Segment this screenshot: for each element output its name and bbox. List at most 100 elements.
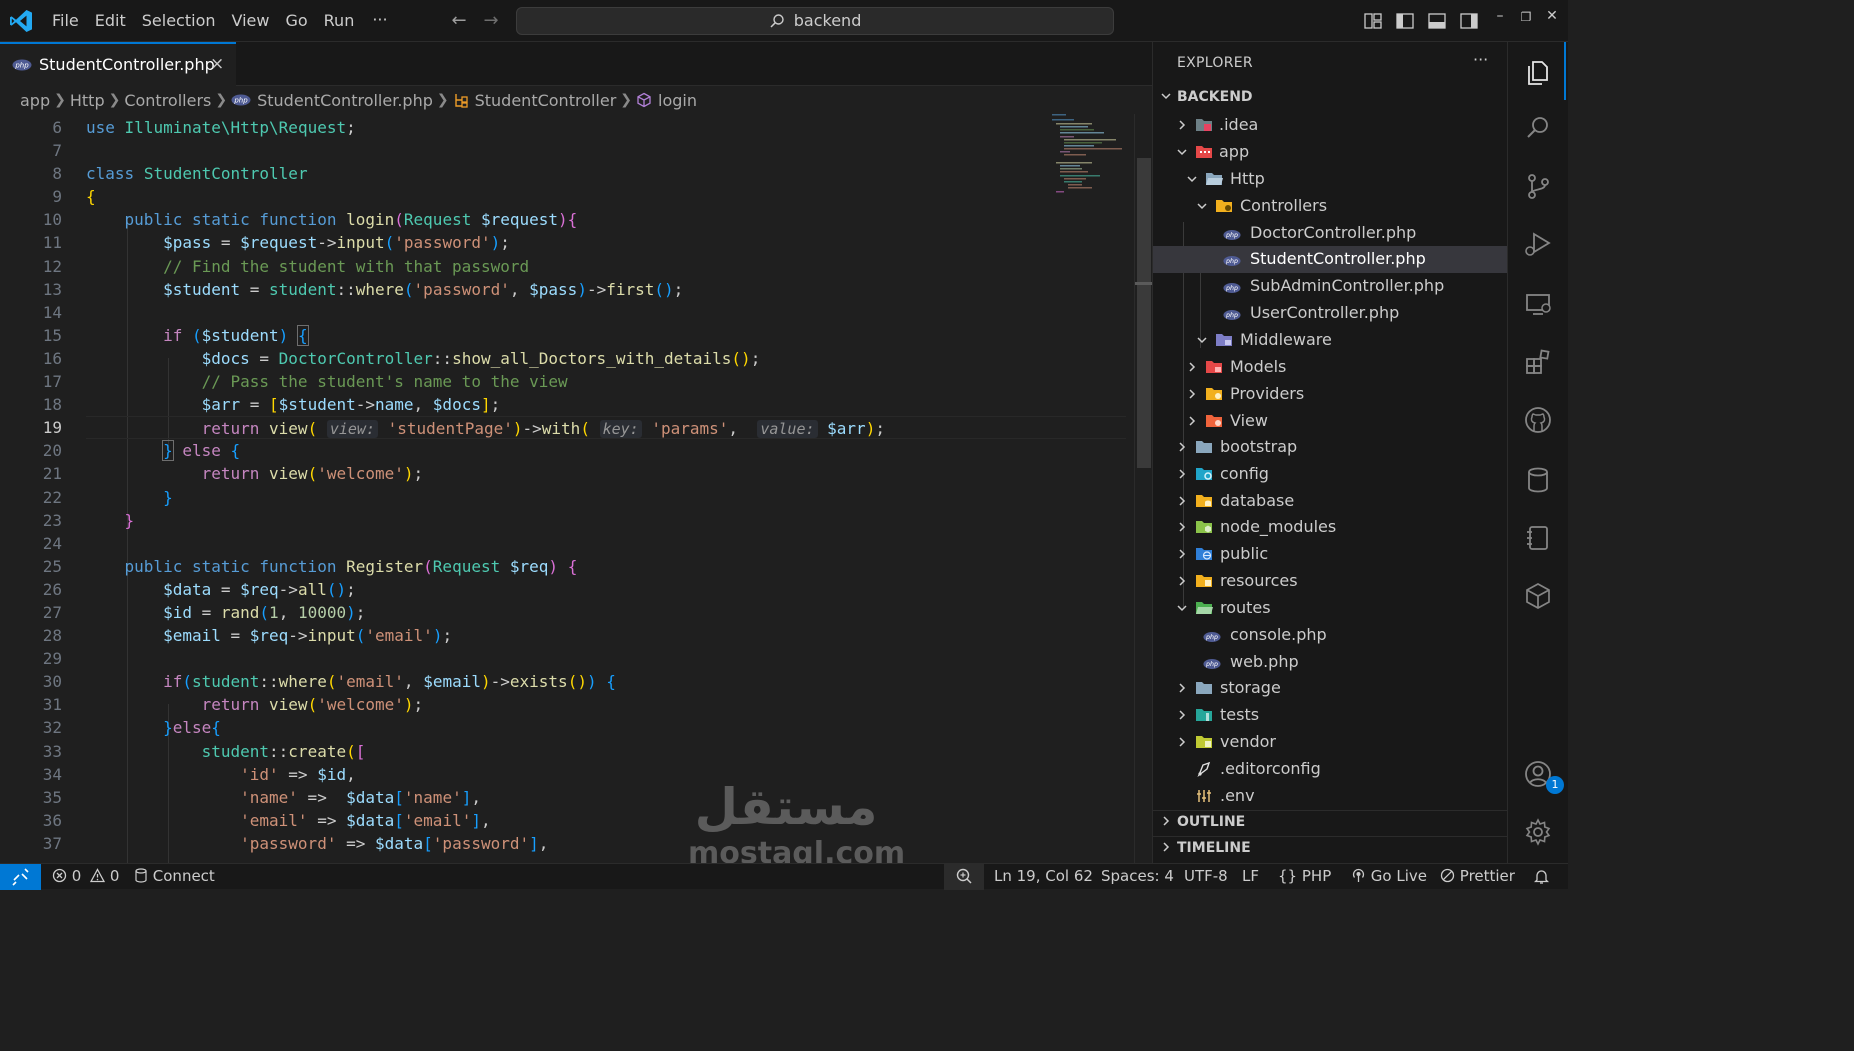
php-file-icon: php bbox=[231, 94, 251, 106]
prettier-status[interactable]: Prettier bbox=[1440, 867, 1515, 885]
tree-item-web-php[interactable]: php web.php bbox=[1153, 649, 1507, 676]
breadcrumb-method[interactable]: login bbox=[658, 91, 697, 110]
minimap[interactable] bbox=[1050, 114, 1134, 194]
database-icon[interactable] bbox=[1522, 464, 1554, 496]
breadcrumb-http[interactable]: Http bbox=[70, 91, 105, 110]
settings-gear-icon[interactable] bbox=[1522, 816, 1554, 848]
tree-label: DoctorController.php bbox=[1250, 223, 1417, 242]
tree-label: routes bbox=[1220, 598, 1271, 617]
breadcrumb-file[interactable]: StudentController.php bbox=[257, 91, 433, 110]
remote-explorer-icon[interactable] bbox=[1522, 288, 1554, 320]
line-number: 36 bbox=[42, 810, 62, 830]
forward-arrow-icon[interactable]: → bbox=[481, 10, 501, 32]
package-icon[interactable] bbox=[1522, 580, 1554, 612]
explorer-files-icon[interactable] bbox=[1522, 56, 1554, 88]
line-number: 24 bbox=[42, 533, 62, 553]
tree-item-vendor[interactable]: vendor bbox=[1153, 729, 1507, 756]
tree-item-bootstrap[interactable]: bootstrap bbox=[1153, 434, 1507, 461]
tree-item-models[interactable]: Models bbox=[1153, 354, 1507, 381]
code-line: 'email' => $data['email'], bbox=[240, 810, 491, 830]
tree-item-student-controller[interactable]: php StudentController.php bbox=[1153, 246, 1507, 273]
tree-item-resources[interactable]: resources bbox=[1153, 568, 1507, 595]
menu-file[interactable]: File bbox=[44, 0, 87, 42]
remote-indicator[interactable] bbox=[0, 864, 41, 890]
notebook-icon[interactable] bbox=[1522, 522, 1554, 554]
tree-item-subadmin-controller[interactable]: php SubAdminController.php bbox=[1153, 273, 1507, 300]
chevron-right-icon bbox=[1179, 737, 1186, 747]
connect-status[interactable]: Connect bbox=[134, 867, 215, 885]
menu-run[interactable]: Run bbox=[316, 0, 363, 42]
tab-close-icon[interactable]: × bbox=[210, 54, 224, 74]
code-line: $email = $req->input('email'); bbox=[163, 626, 453, 646]
code-editor[interactable]: 6 7 8 9 10 11 12 13 14 15 16 17 18 19 20… bbox=[0, 114, 1134, 863]
tree-item-public[interactable]: public bbox=[1153, 541, 1507, 568]
tree-item-providers[interactable]: Providers bbox=[1153, 381, 1507, 408]
code-line: if(student::where('email', $email)->exis… bbox=[163, 672, 616, 692]
toggle-secondary-sidebar-icon[interactable] bbox=[1458, 10, 1480, 32]
source-control-icon[interactable] bbox=[1522, 170, 1554, 202]
tree-item-user-controller[interactable]: php UserController.php bbox=[1153, 300, 1507, 327]
explorer-more-icon[interactable]: ··· bbox=[1473, 50, 1488, 69]
search-icon[interactable] bbox=[1522, 112, 1554, 144]
menu-selection[interactable]: Selection bbox=[134, 0, 224, 42]
section-outline[interactable]: OUTLINE bbox=[1153, 810, 1509, 834]
extensions-icon[interactable] bbox=[1522, 346, 1554, 378]
go-live-button[interactable]: Go Live bbox=[1351, 867, 1427, 885]
indentation[interactable]: Spaces: 4 bbox=[1101, 867, 1174, 885]
section-label: BACKEND bbox=[1177, 89, 1253, 105]
tree-item-idea[interactable]: .idea bbox=[1153, 112, 1507, 139]
minimize-icon[interactable]: – bbox=[1488, 8, 1512, 24]
github-icon[interactable] bbox=[1522, 404, 1554, 436]
toggle-panel-icon[interactable] bbox=[1426, 10, 1448, 32]
tree-item-config[interactable]: config bbox=[1153, 461, 1507, 488]
command-center-search[interactable]: backend bbox=[516, 7, 1114, 35]
line-number: 10 bbox=[42, 210, 62, 230]
tree-item-routes[interactable]: routes bbox=[1153, 595, 1507, 622]
section-backend[interactable]: BACKEND bbox=[1153, 86, 1509, 110]
scrollbar-thumb[interactable] bbox=[1137, 158, 1151, 468]
breadcrumb-controllers[interactable]: Controllers bbox=[124, 91, 211, 110]
chevron-right-icon bbox=[1179, 442, 1186, 452]
run-debug-icon[interactable] bbox=[1522, 228, 1554, 260]
section-timeline[interactable]: TIMELINE bbox=[1153, 836, 1509, 860]
notifications-bell-icon[interactable] bbox=[1534, 869, 1549, 885]
tree-item-controllers[interactable]: Controllers bbox=[1153, 193, 1507, 220]
line-number: 8 bbox=[52, 164, 62, 184]
menu-edit[interactable]: Edit bbox=[87, 0, 134, 42]
end-of-line[interactable]: LF bbox=[1242, 867, 1259, 885]
breadcrumb-class[interactable]: StudentController bbox=[475, 91, 617, 110]
tree-item-middleware[interactable]: Middleware bbox=[1153, 327, 1507, 354]
menu-more-button[interactable]: ··· bbox=[362, 0, 397, 42]
zoom-indicator[interactable] bbox=[944, 864, 984, 890]
menu-view[interactable]: View bbox=[224, 0, 278, 42]
tree-item-view[interactable]: View bbox=[1153, 408, 1507, 435]
middleware-folder-icon bbox=[1216, 334, 1232, 346]
editor-scrollbar[interactable] bbox=[1134, 114, 1153, 863]
tree-item-storage[interactable]: storage bbox=[1153, 675, 1507, 702]
tree-item-doctor-controller[interactable]: php DoctorController.php bbox=[1153, 220, 1507, 247]
tree-item-app[interactable]: app bbox=[1153, 139, 1507, 166]
tree-item-console-php[interactable]: php console.php bbox=[1153, 622, 1507, 649]
encoding[interactable]: UTF-8 bbox=[1184, 867, 1228, 885]
tree-item-http[interactable]: Http bbox=[1153, 166, 1507, 193]
language-mode[interactable]: {} PHP bbox=[1278, 867, 1331, 885]
cursor-position[interactable]: Ln 19, Col 62 bbox=[994, 867, 1093, 885]
tree-item-database[interactable]: database bbox=[1153, 488, 1507, 515]
svg-text:php: php bbox=[1225, 258, 1238, 265]
toggle-primary-sidebar-icon[interactable] bbox=[1394, 10, 1416, 32]
menu-go[interactable]: Go bbox=[277, 0, 315, 42]
problems-status[interactable]: 0 0 bbox=[52, 867, 119, 885]
line-number: 29 bbox=[42, 649, 62, 669]
tab-student-controller[interactable]: php StudentController.php × bbox=[0, 42, 236, 86]
customize-layout-icon[interactable] bbox=[1362, 10, 1384, 32]
close-window-icon[interactable]: ✕ bbox=[1540, 8, 1564, 24]
maximize-icon[interactable]: ❐ bbox=[1514, 10, 1538, 24]
back-arrow-icon[interactable]: ← bbox=[449, 10, 469, 32]
tree-item-editorconfig[interactable]: .editorconfig bbox=[1153, 756, 1507, 783]
vscode-logo-icon[interactable] bbox=[8, 8, 34, 34]
breadcrumb-app[interactable]: app bbox=[20, 91, 50, 110]
tree-item-tests[interactable]: tests bbox=[1153, 702, 1507, 729]
chevron-right-icon: ❯ bbox=[108, 92, 121, 108]
tree-item-env[interactable]: .env bbox=[1153, 783, 1507, 810]
tree-item-node-modules[interactable]: node_modules bbox=[1153, 514, 1507, 541]
